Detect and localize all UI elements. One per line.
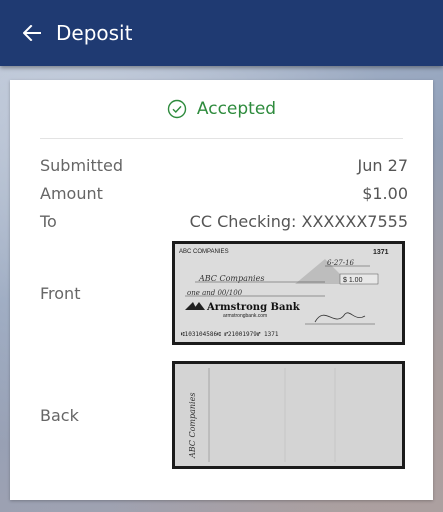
check-front-image[interactable]: ABC COMPANIES 1371 6-27-16 ABC Companies… [172, 241, 405, 345]
deposit-card: Accepted Submitted Jun 27 Amount $1.00 T… [10, 80, 433, 500]
detail-row-amount: Amount $1.00 [10, 179, 433, 207]
status-banner: Accepted [10, 80, 433, 138]
front-label: Front [40, 283, 81, 303]
page-title: Deposit [56, 21, 133, 45]
status-text: Accepted [196, 99, 277, 119]
detail-label: To [40, 211, 57, 231]
detail-value: CC Checking: XXXXXX7555 [189, 211, 408, 231]
back-image-row: Back ABC Companies [10, 361, 433, 469]
front-image-row: Front ABC COMPANIES 1371 6-27-16 ABC Com… [10, 241, 433, 345]
arrow-left-icon [23, 25, 41, 41]
check-endorsement: ABC Companies [188, 393, 197, 459]
detail-value: $1.00 [362, 183, 408, 203]
check-written: one and 00/100 [187, 289, 243, 297]
detail-row-to: To CC Checking: XXXXXX7555 [10, 207, 433, 235]
check-company: ABC COMPANIES [179, 249, 229, 255]
check-bank-site: armstrongbank.com [223, 313, 267, 319]
back-label: Back [40, 405, 79, 425]
check-circle-icon [167, 99, 187, 119]
app-bar: Deposit [0, 0, 443, 66]
check-date: 6-27-16 [327, 259, 355, 267]
check-payee: ABC Companies [198, 274, 264, 283]
check-bank: Armstrong Bank [206, 302, 301, 313]
back-button[interactable] [8, 0, 56, 66]
check-front-graphic: ABC COMPANIES 1371 6-27-16 ABC Companies… [175, 244, 402, 342]
check-micr: ⑆103104586⑆ ⑈21001979⑈ 1371 [181, 331, 279, 338]
detail-label: Submitted [40, 155, 124, 175]
detail-label: Amount [40, 183, 103, 203]
check-amount: $ 1.00 [343, 277, 363, 284]
check-back-graphic: ABC Companies [175, 364, 402, 466]
detail-row-submitted: Submitted Jun 27 [10, 151, 433, 179]
check-number: 1371 [373, 249, 389, 256]
detail-value: Jun 27 [357, 155, 408, 175]
check-back-image[interactable]: ABC Companies [172, 361, 405, 469]
